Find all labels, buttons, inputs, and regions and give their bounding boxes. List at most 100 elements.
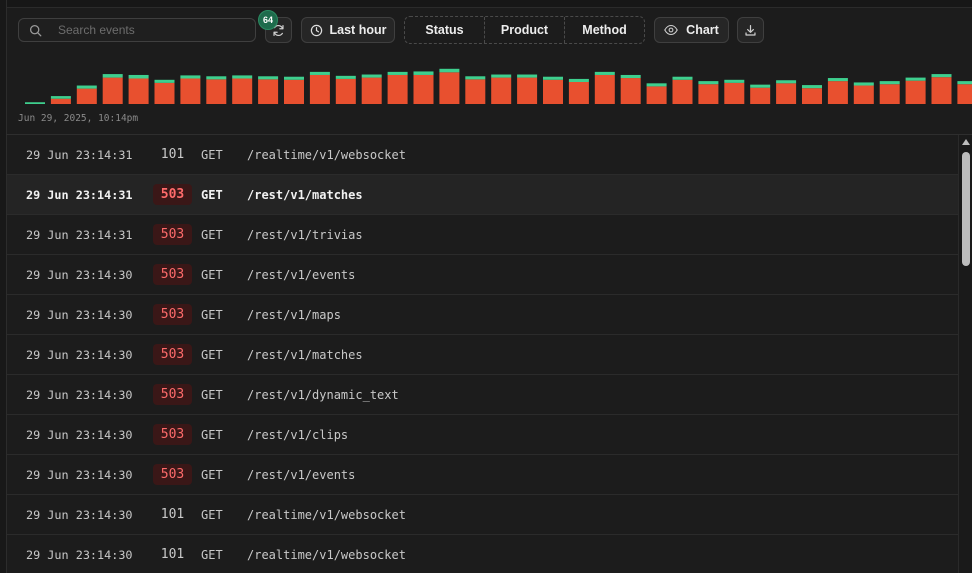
histogram-bar[interactable] [750,84,771,104]
row-path: /rest/v1/maps [247,307,341,322]
eye-icon [664,24,679,36]
histogram-bar[interactable] [646,83,667,104]
histogram-bar[interactable] [698,81,719,104]
histogram-bar-success [827,78,848,82]
histogram-bar-success [543,76,563,80]
histogram-bar[interactable] [309,71,330,104]
histogram-bar-success [413,71,434,75]
histogram-bar-error [491,77,512,104]
histogram-bar-error [853,85,874,104]
histogram-bar-success [309,71,330,75]
status-badge: 503 [152,384,193,405]
events-histogram[interactable] [0,60,972,106]
histogram-bar[interactable] [724,79,745,104]
row-timestamp: 29 Jun 23:14:31 [26,187,133,202]
chart-toggle-button[interactable]: Chart [654,17,729,43]
histogram-bar[interactable] [232,75,253,104]
histogram-bar[interactable] [361,74,382,104]
table-row[interactable]: 29 Jun 23:14:30 503 GET/rest/v1/maps [7,295,958,335]
row-path: /realtime/v1/websocket [247,547,406,562]
scroll-up-arrow[interactable] [962,139,970,145]
histogram-bar-success [206,76,227,80]
row-method: GET [201,227,223,242]
histogram-bar-error [102,77,123,104]
table-row[interactable]: 29 Jun 23:14:30 503 GET/rest/v1/events [7,255,958,295]
histogram-bar[interactable] [102,74,123,104]
histogram-bar-success [465,76,486,80]
histogram-bar-success [517,74,538,78]
histogram-bar[interactable] [76,85,97,104]
histogram-bar[interactable] [879,81,900,104]
histogram-bar-error [776,83,797,104]
scroll-thumb[interactable] [962,152,970,266]
window-top-bar [0,0,972,8]
histogram-bar[interactable] [25,102,45,104]
row-status-cell: 503 [145,464,200,485]
refresh-button[interactable]: 64 [258,10,292,43]
search-icon [29,24,42,36]
histogram-start-label: Jun 29, 2025, 10:14pm [18,113,139,124]
histogram-bar[interactable] [284,76,304,104]
histogram-bar[interactable] [154,79,175,104]
row-status-cell: 503 [145,424,200,445]
filter-method[interactable]: Method [564,17,644,43]
search-input[interactable] [56,22,240,38]
row-method: GET [201,547,223,562]
events-table: 29 Jun 23:14:31 101 GET/realtime/v1/websoc… [7,135,958,573]
table-row[interactable]: 29 Jun 23:14:31 101 GET/realtime/v1/websoc… [7,135,958,175]
histogram-bar-error [335,78,356,104]
histogram-bar[interactable] [180,75,201,104]
table-row[interactable]: 29 Jun 23:14:30 503 GET/rest/v1/dynamic_te… [7,375,958,415]
histogram-bar[interactable] [335,75,356,104]
table-row[interactable]: 29 Jun 23:14:31 503 GET/rest/v1/trivias [7,215,958,255]
histogram-bar[interactable] [387,71,408,104]
histogram-bar-error [750,87,771,104]
histogram-bar[interactable] [620,74,641,104]
histogram-bar[interactable] [905,77,926,104]
scrollbar[interactable] [958,135,972,573]
status-badge: 503 [152,304,193,325]
histogram-bar[interactable] [957,81,972,104]
histogram-bar[interactable] [853,82,874,104]
histogram-bar[interactable] [568,78,589,104]
histogram-bar-error [128,78,149,104]
histogram-bar[interactable] [517,74,538,104]
download-button[interactable] [737,17,764,43]
table-row[interactable]: 29 Jun 23:14:30 101 GET/realtime/v1/websoc… [7,495,958,535]
histogram-bar[interactable] [543,76,563,104]
status-badge: 503 [152,424,193,445]
histogram-bar-error [931,77,952,104]
histogram-bar[interactable] [465,76,486,104]
histogram-bar[interactable] [827,78,848,104]
histogram-bar[interactable] [594,71,615,104]
histogram-bar-error [309,74,330,104]
histogram-bar[interactable] [931,74,952,104]
row-path: /realtime/v1/websocket [247,507,406,522]
filter-product[interactable]: Product [484,17,564,43]
status-badge: 503 [152,344,193,365]
histogram-bar[interactable] [776,80,797,104]
histogram-bar-success [931,74,952,78]
row-timestamp: 29 Jun 23:14:30 [26,507,133,522]
table-row[interactable]: 29 Jun 23:14:30 503 GET/rest/v1/clips [7,415,958,455]
histogram-bar[interactable] [206,76,227,104]
table-row[interactable]: 29 Jun 23:14:30 503 GET/rest/v1/matches [7,335,958,375]
histogram-bar[interactable] [50,96,71,104]
histogram-bar[interactable] [258,76,279,104]
histogram-bar[interactable] [491,74,512,104]
table-row[interactable]: 29 Jun 23:14:31 503 GET/rest/v1/matches [7,175,958,215]
histogram-bar-error [802,88,822,104]
histogram-bar-success [776,80,797,84]
filter-status[interactable]: Status [405,17,484,43]
histogram-bar[interactable] [439,68,460,104]
table-row[interactable]: 29 Jun 23:14:30 503 GET/rest/v1/events [7,455,958,495]
histogram-bar[interactable] [128,74,149,104]
histogram-bar[interactable] [802,85,822,104]
row-status-cell: 503 [145,384,200,405]
table-row[interactable]: 29 Jun 23:14:30 101 GET/realtime/v1/websoc… [7,535,958,573]
histogram-bar-success [724,79,745,83]
histogram-bar[interactable] [672,76,693,104]
histogram-bar[interactable] [413,71,434,104]
time-range-button[interactable]: Last hour [301,17,395,43]
search-box[interactable] [18,18,256,42]
